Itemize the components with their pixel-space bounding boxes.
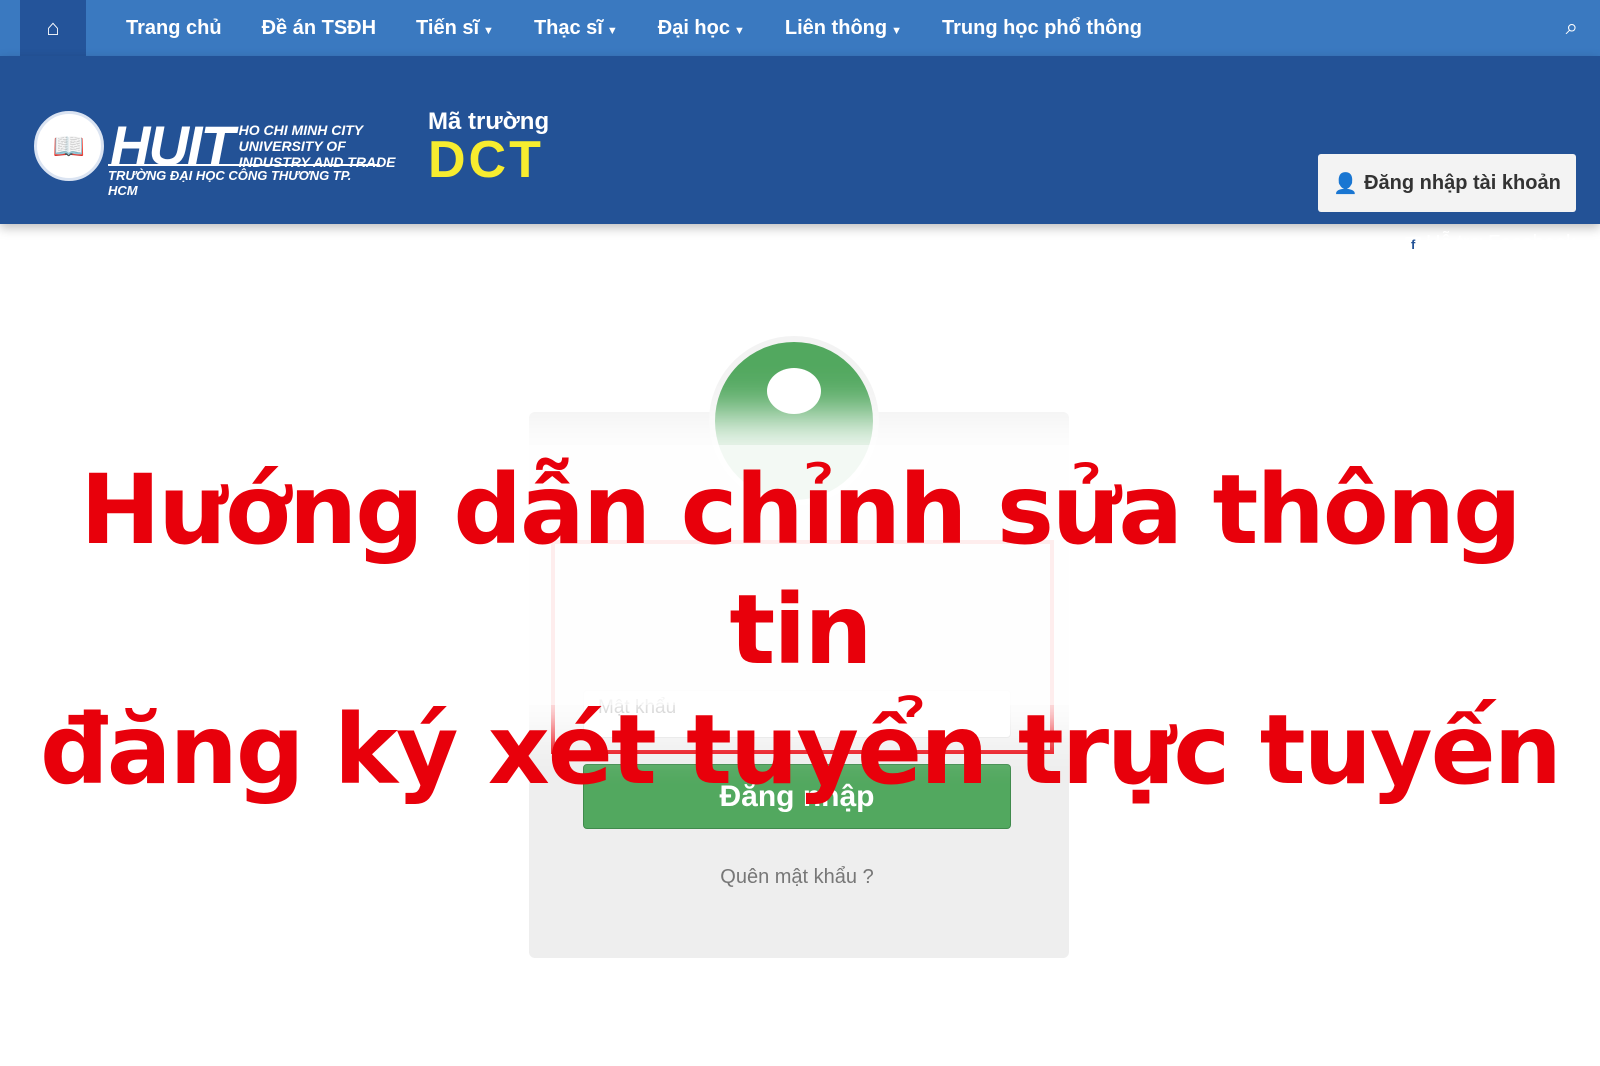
caret-down-icon: ▼ — [606, 24, 618, 37]
nav-thpt[interactable]: Trung học phổ thông — [942, 17, 1142, 40]
nav-trang-chu[interactable]: Trang chủ — [126, 17, 222, 40]
nav-lien-thong[interactable]: Liên thông ▼ — [785, 17, 902, 40]
nav-de-an[interactable]: Đề án TSĐH — [262, 17, 376, 40]
top-nav: ⌂ Trang chủ Đề án TSĐH Tiến sĩ ▼ Thạc sĩ ▼… — [0, 0, 1600, 56]
user-icon: 👤 — [1333, 172, 1359, 195]
nav-dai-hoc[interactable]: Đại học ▼ — [658, 17, 745, 40]
caret-down-icon: ▼ — [483, 24, 494, 37]
university-seal-icon: 📖 — [34, 111, 104, 181]
home-icon: ⌂ — [46, 15, 60, 40]
school-code: Mã trường DCT — [428, 108, 550, 189]
login-account-button[interactable]: 👤 Đăng nhập tài khoản — [1318, 154, 1576, 212]
nav-tien-si[interactable]: Tiến sĩ ▼ — [416, 17, 494, 40]
facebook-icon: f — [1405, 237, 1422, 253]
home-button[interactable]: ⌂ — [20, 0, 86, 56]
nav-thac-si[interactable]: Thạc sĩ ▼ — [534, 17, 618, 40]
logo-tagline: TRƯỜNG ĐẠI HỌC CÔNG THƯƠNG TP. HCM — [108, 164, 380, 198]
site-header: 📖 HUIT HO CHI MINH CITY UNIVERSITY OF IN… — [0, 56, 1600, 254]
overlay-title: Hướng dẫn chỉnh sửa thông tin đăng ký xé… — [39, 454, 1562, 806]
facebook-support-link[interactable]: f Hỗ trợ Facebook — [1405, 232, 1576, 255]
forgot-password-link[interactable]: Quên mật khẩu ? — [583, 866, 1011, 889]
caret-down-icon: ▼ — [734, 24, 745, 37]
search-icon[interactable]: ⌕ — [1566, 14, 1578, 40]
caret-down-icon: ▼ — [891, 24, 902, 37]
